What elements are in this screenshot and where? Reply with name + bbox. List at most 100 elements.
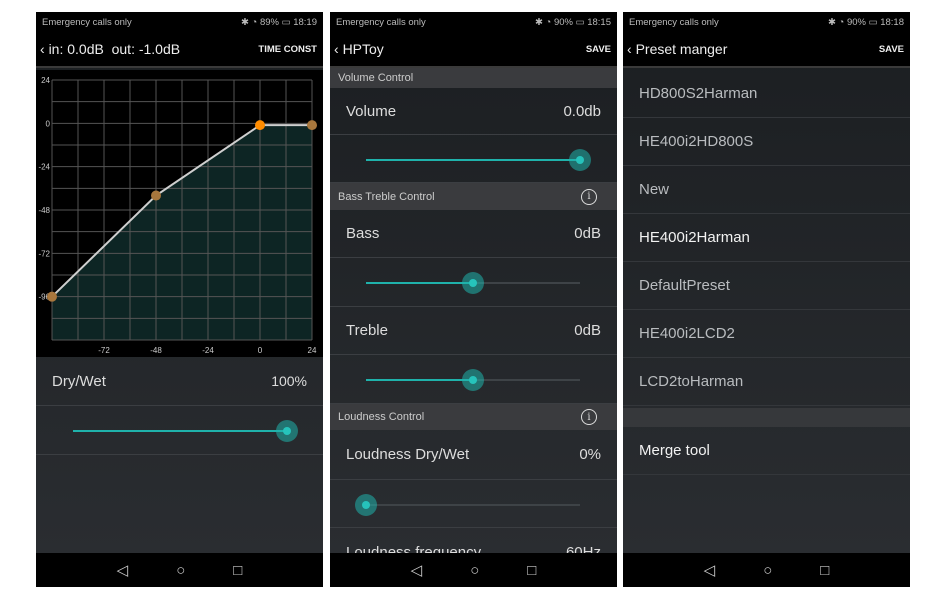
volume-section-header: Volume Control: [330, 68, 617, 88]
merge-tool-item[interactable]: Merge tool: [623, 427, 910, 475]
info-icon[interactable]: i: [581, 188, 597, 205]
compressor-screen: Emergency calls only ✱ ◔ 89% ▭ 18:19 ‹ i…: [36, 12, 323, 587]
slider-thumb[interactable]: [462, 369, 484, 391]
page-title: Preset manger: [635, 41, 728, 57]
slider-thumb[interactable]: [355, 493, 377, 516]
x-tick-label: 0: [258, 346, 263, 355]
compressor-chart[interactable]: -72 -48 -24 0 24240-24-48-72-96: [36, 70, 323, 357]
loudness-value: 0%: [579, 446, 601, 463]
loudness-section-header: Loudness Control i: [330, 404, 617, 430]
slider-thumb[interactable]: [569, 148, 591, 171]
volume-row: Volume 0.0db: [330, 88, 617, 135]
status-bar: Emergency calls only ✱ ◔ 90% ▭ 18:15: [330, 12, 617, 32]
home-nav-icon[interactable]: ○: [763, 562, 772, 579]
recents-nav-icon[interactable]: □: [820, 562, 829, 579]
status-time: 18:18: [880, 16, 904, 28]
home-nav-icon[interactable]: ○: [470, 562, 479, 579]
dry-wet-label: Dry/Wet: [52, 372, 106, 390]
recents-nav-icon[interactable]: □: [233, 562, 242, 579]
preset-manager-screen: Emergency calls only ✱ ◔ 90% ▭ 18:18 ‹ P…: [623, 12, 910, 587]
back-nav-icon[interactable]: ◁: [117, 561, 129, 579]
battery-percent: 89%: [259, 16, 279, 28]
loudness-slider-row: [330, 480, 617, 528]
page-title: in: 0.0dB out: -1.0dB: [48, 41, 181, 57]
preset-item[interactable]: New: [623, 166, 910, 214]
y-tick-label: -72: [38, 249, 50, 258]
y-tick-label: -48: [38, 206, 50, 215]
y-tick-label: -24: [38, 163, 50, 172]
recents-nav-icon[interactable]: □: [527, 562, 536, 579]
dry-wet-slider[interactable]: [73, 420, 298, 442]
y-tick-label: 0: [46, 119, 51, 128]
status-time: 18:19: [293, 16, 317, 28]
status-right: ✱ ◔ 90% ▭ 18:18: [827, 16, 904, 28]
curve-point[interactable]: [307, 120, 317, 131]
volume-label: Volume: [346, 102, 397, 120]
x-tick-label: -48: [150, 346, 162, 355]
bass-slider-row: [330, 258, 617, 307]
status-right: ✱ ◔ 89% ▭ 18:19: [240, 16, 317, 28]
slider-thumb[interactable]: [462, 272, 484, 294]
nav-bar: ◁ ○ □: [330, 553, 617, 587]
hptoy-screen: Emergency calls only ✱ ◔ 90% ▭ 18:15 ‹ H…: [330, 12, 617, 587]
curve-point[interactable]: [151, 190, 161, 201]
time-const-button[interactable]: TIME CONST: [258, 44, 317, 55]
back-button[interactable]: ‹ Preset manger: [627, 41, 727, 57]
back-nav-icon[interactable]: ◁: [704, 561, 716, 579]
section-title: Loudness Control: [338, 411, 425, 423]
dry-wet-slider-row: [36, 406, 323, 455]
preset-item[interactable]: HE400i2LCD2: [623, 310, 910, 358]
status-carrier: Emergency calls only: [336, 16, 426, 28]
page-title: HPToy: [342, 41, 384, 57]
preset-item[interactable]: HE400i2Harman: [623, 214, 910, 262]
info-icon[interactable]: i: [581, 409, 597, 425]
x-tick-label: -72: [98, 346, 110, 355]
section-title: Volume Control: [338, 72, 414, 84]
title-bar: ‹ Preset manger SAVE: [623, 32, 910, 68]
volume-slider[interactable]: [366, 148, 591, 171]
save-button[interactable]: SAVE: [879, 44, 904, 55]
preset-item[interactable]: LCD2toHarman: [623, 358, 910, 406]
curve-point[interactable]: [255, 120, 265, 131]
dry-wet-value: 100%: [271, 373, 307, 389]
volume-value: 0.0db: [563, 102, 601, 120]
battery-percent: 90%: [846, 16, 866, 28]
bass-value: 0dB: [574, 225, 601, 242]
battery-percent: 90%: [553, 16, 573, 28]
section-title: Bass Treble Control: [338, 190, 435, 203]
status-time: 18:15: [587, 16, 611, 28]
title-bar: ‹ HPToy SAVE: [330, 32, 617, 68]
treble-slider[interactable]: [366, 369, 580, 391]
status-bar: Emergency calls only ✱ ◔ 90% ▭ 18:18: [623, 12, 910, 32]
save-button[interactable]: SAVE: [586, 44, 611, 55]
preset-item[interactable]: DefaultPreset: [623, 262, 910, 310]
back-button[interactable]: ‹ in: 0.0dB out: -1.0dB: [40, 41, 180, 57]
loudness-label: Loudness Dry/Wet: [346, 446, 470, 463]
status-carrier: Emergency calls only: [42, 16, 132, 28]
dry-wet-row: Dry/Wet 100%: [36, 357, 323, 406]
bass-row: Bass 0dB: [330, 210, 617, 258]
divider: [623, 408, 910, 427]
bass-label: Bass: [346, 225, 380, 242]
treble-slider-row: [330, 355, 617, 404]
back-button[interactable]: ‹ HPToy: [334, 41, 384, 57]
preset-item[interactable]: HD800S2Harman: [623, 70, 910, 118]
loudness-row: Loudness Dry/Wet 0%: [330, 430, 617, 480]
volume-slider-row: [330, 135, 617, 183]
preset-item[interactable]: HE400i2HD800S: [623, 118, 910, 166]
nav-bar: ◁ ○ □: [623, 553, 910, 587]
curve-point[interactable]: [47, 291, 57, 302]
x-tick-label: 24: [308, 346, 317, 355]
home-nav-icon[interactable]: ○: [176, 562, 185, 579]
status-carrier: Emergency calls only: [629, 16, 719, 28]
y-tick-label: 24: [41, 76, 50, 85]
nav-bar: ◁ ○ □: [36, 553, 323, 587]
slider-thumb[interactable]: [276, 420, 298, 442]
treble-row: Treble 0dB: [330, 307, 617, 355]
bass-slider[interactable]: [366, 272, 580, 294]
title-bar: ‹ in: 0.0dB out: -1.0dB TIME CONST: [36, 32, 323, 68]
loudness-slider[interactable]: [355, 493, 580, 516]
treble-label: Treble: [346, 322, 388, 339]
status-bar: Emergency calls only ✱ ◔ 89% ▭ 18:19: [36, 12, 323, 32]
back-nav-icon[interactable]: ◁: [411, 561, 423, 579]
